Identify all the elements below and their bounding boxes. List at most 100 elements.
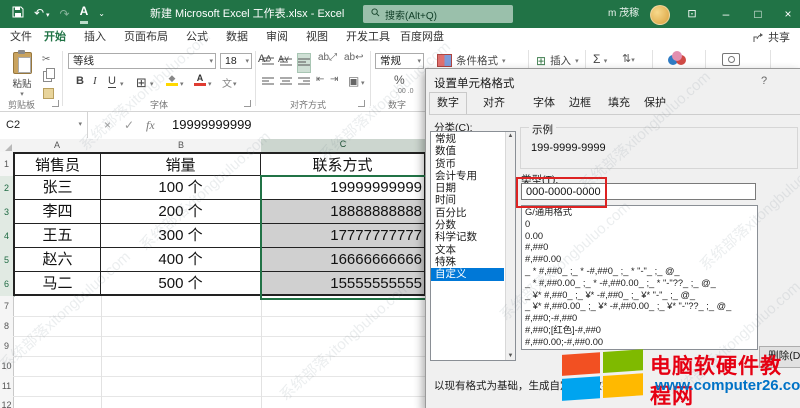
tab-insert[interactable]: 插入 bbox=[80, 28, 110, 48]
cell-b4[interactable]: 300 个 bbox=[101, 224, 261, 248]
name-box-dropdown-icon[interactable]: ▾ bbox=[78, 112, 82, 138]
type-option[interactable]: _ * #,##0_ ;_ * -#,##0_ ;_ * "-"_ ;_ @_ bbox=[522, 266, 757, 278]
cell-c6[interactable]: 15555555555 bbox=[261, 272, 425, 296]
type-option[interactable]: #,##0;-#,##0 bbox=[522, 313, 757, 325]
dialog-tab-font[interactable]: 字体 bbox=[533, 94, 555, 113]
column-header-a[interactable]: A bbox=[13, 139, 102, 153]
cut-button[interactable]: ✂ bbox=[42, 54, 50, 65]
decimal-buttons[interactable]: .00 .0 bbox=[396, 88, 414, 95]
undo-button[interactable]: ↶ ▾ bbox=[34, 0, 50, 30]
cell-b2[interactable]: 100 个 bbox=[101, 176, 261, 200]
minimize-button[interactable]: – bbox=[712, 0, 740, 28]
cell-b3[interactable]: 200 个 bbox=[101, 200, 261, 224]
align-left-icon[interactable] bbox=[262, 74, 274, 92]
enter-entry-icon[interactable]: ✓ bbox=[124, 112, 134, 138]
align-middle-icon[interactable] bbox=[280, 54, 292, 72]
redo-button[interactable]: ↷ bbox=[60, 0, 70, 28]
tab-file[interactable]: 文件 bbox=[6, 28, 36, 48]
category-special[interactable]: 特殊 bbox=[431, 256, 504, 268]
tab-home[interactable]: 开始 bbox=[40, 28, 70, 50]
row-header-7[interactable]: 7 bbox=[0, 296, 14, 317]
dialog-help-icon[interactable]: ? bbox=[761, 75, 767, 87]
formula-value[interactable]: 19999999999 bbox=[172, 112, 252, 138]
column-header-b[interactable]: B bbox=[101, 139, 262, 153]
type-option[interactable]: 0.00 bbox=[522, 231, 757, 243]
tab-formulas[interactable]: 公式 bbox=[182, 28, 212, 48]
phonetic-dropdown-icon[interactable]: ▾ bbox=[233, 80, 237, 88]
category-time[interactable]: 时间 bbox=[431, 194, 504, 206]
restore-button[interactable]: □ bbox=[744, 0, 772, 28]
type-option[interactable]: _ ¥* #,##0.00_ ;_ ¥* -#,##0.00_ ;_ ¥* "-… bbox=[522, 301, 757, 313]
cell-c4[interactable]: 17777777777 bbox=[261, 224, 425, 248]
row-header-1[interactable]: 1 bbox=[0, 152, 14, 177]
font-color-quick-icon[interactable]: A bbox=[80, 4, 89, 24]
type-option[interactable]: #,##0.00;-#,##0.00 bbox=[522, 337, 757, 349]
autosum-button[interactable]: Σ ▾ bbox=[593, 52, 607, 66]
scroll-down-icon[interactable]: ▼ bbox=[506, 353, 515, 359]
font-color-button[interactable]: A bbox=[194, 74, 206, 86]
paste-button[interactable]: 粘贴 ▾ bbox=[6, 52, 38, 98]
merge-dropdown-icon[interactable]: ▾ bbox=[361, 79, 365, 87]
save-icon[interactable] bbox=[12, 5, 24, 23]
cell-a2[interactable]: 张三 bbox=[13, 176, 101, 200]
sort-filter-button[interactable]: ⇅▾ bbox=[622, 52, 635, 65]
cell-b1[interactable]: 销量 bbox=[101, 152, 261, 176]
align-center-icon[interactable] bbox=[280, 74, 292, 92]
customize-qat-icon[interactable]: ⌄ bbox=[98, 0, 105, 28]
fill-color-button[interactable]: ◆ bbox=[166, 74, 178, 86]
name-box[interactable]: C2 ▾ bbox=[0, 112, 88, 138]
align-bottom-icon[interactable] bbox=[298, 54, 310, 72]
category-custom-selected[interactable]: 自定义 bbox=[431, 268, 504, 280]
cell-c2-active[interactable]: 19999999999 bbox=[261, 176, 425, 200]
cell-a1[interactable]: 销售员 bbox=[13, 152, 101, 176]
underline-button[interactable]: U bbox=[108, 75, 116, 88]
tab-review[interactable]: 审阅 bbox=[262, 28, 292, 48]
tab-view[interactable]: 视图 bbox=[302, 28, 332, 48]
cell-c1[interactable]: 联系方式 bbox=[261, 152, 425, 176]
share-colors-icon[interactable] bbox=[666, 51, 688, 65]
merge-center-button[interactable]: ▣ bbox=[348, 74, 359, 88]
dialog-tab-alignment[interactable]: 对齐 bbox=[483, 94, 505, 113]
font-color-dropdown-icon[interactable]: ▾ bbox=[208, 80, 212, 88]
increase-indent-icon[interactable]: ⇥ bbox=[330, 74, 338, 85]
cell-a4[interactable]: 王五 bbox=[13, 224, 101, 248]
borders-dropdown-icon[interactable]: ▾ bbox=[150, 80, 154, 88]
close-button[interactable]: × bbox=[774, 0, 800, 28]
user-name[interactable]: m 茂稼 bbox=[608, 0, 639, 28]
category-scientific[interactable]: 科学记数 bbox=[431, 231, 504, 243]
category-general[interactable]: 常规 bbox=[431, 133, 504, 145]
tab-baidu-netdisk[interactable]: 百度网盘 bbox=[396, 28, 448, 48]
category-text[interactable]: 文本 bbox=[431, 244, 504, 256]
type-option[interactable]: G/通用格式 bbox=[522, 207, 757, 219]
ribbon-display-options-icon[interactable]: ⊡ bbox=[678, 0, 706, 28]
cell-b6[interactable]: 500 个 bbox=[101, 272, 261, 296]
category-fraction[interactable]: 分数 bbox=[431, 219, 504, 231]
orientation-icon[interactable]: ab⤢ bbox=[318, 52, 337, 63]
type-option[interactable]: #,##0 bbox=[522, 242, 757, 254]
conditional-formatting-button[interactable]: 条件格式▾ bbox=[437, 53, 506, 68]
number-format-combo[interactable]: 常规▾ bbox=[375, 53, 424, 69]
cancel-entry-icon[interactable]: × bbox=[104, 112, 111, 138]
type-option[interactable]: #,##0.00 bbox=[522, 254, 757, 266]
avatar[interactable] bbox=[650, 5, 670, 25]
dialog-tab-number[interactable]: 数字 bbox=[429, 92, 467, 115]
dialog-tab-protection[interactable]: 保护 bbox=[644, 94, 666, 113]
percent-style-button[interactable]: % bbox=[394, 73, 405, 87]
cell-a6[interactable]: 马二 bbox=[13, 272, 101, 296]
category-date[interactable]: 日期 bbox=[431, 182, 504, 194]
select-all-corner[interactable] bbox=[0, 139, 14, 153]
copy-button[interactable] bbox=[43, 69, 52, 87]
underline-dropdown-icon[interactable]: ▾ bbox=[120, 80, 124, 88]
align-top-icon[interactable] bbox=[262, 54, 274, 72]
type-option[interactable]: #,##0;[红色]-#,##0 bbox=[522, 325, 757, 337]
align-right-icon[interactable] bbox=[298, 74, 310, 92]
row-header-11[interactable]: 11 bbox=[0, 376, 14, 397]
bold-button[interactable]: B bbox=[76, 75, 84, 87]
row-header-9[interactable]: 9 bbox=[0, 336, 14, 357]
share-button[interactable]: 共享 bbox=[753, 29, 790, 47]
alignment-dialog-launcher-icon[interactable] bbox=[358, 100, 365, 107]
cell-c5[interactable]: 16666666666 bbox=[261, 248, 425, 272]
dialog-tab-border[interactable]: 边框 bbox=[569, 94, 591, 113]
row-header-10[interactable]: 10 bbox=[0, 356, 14, 377]
font-name-combo[interactable]: 等线▾ bbox=[68, 53, 216, 69]
